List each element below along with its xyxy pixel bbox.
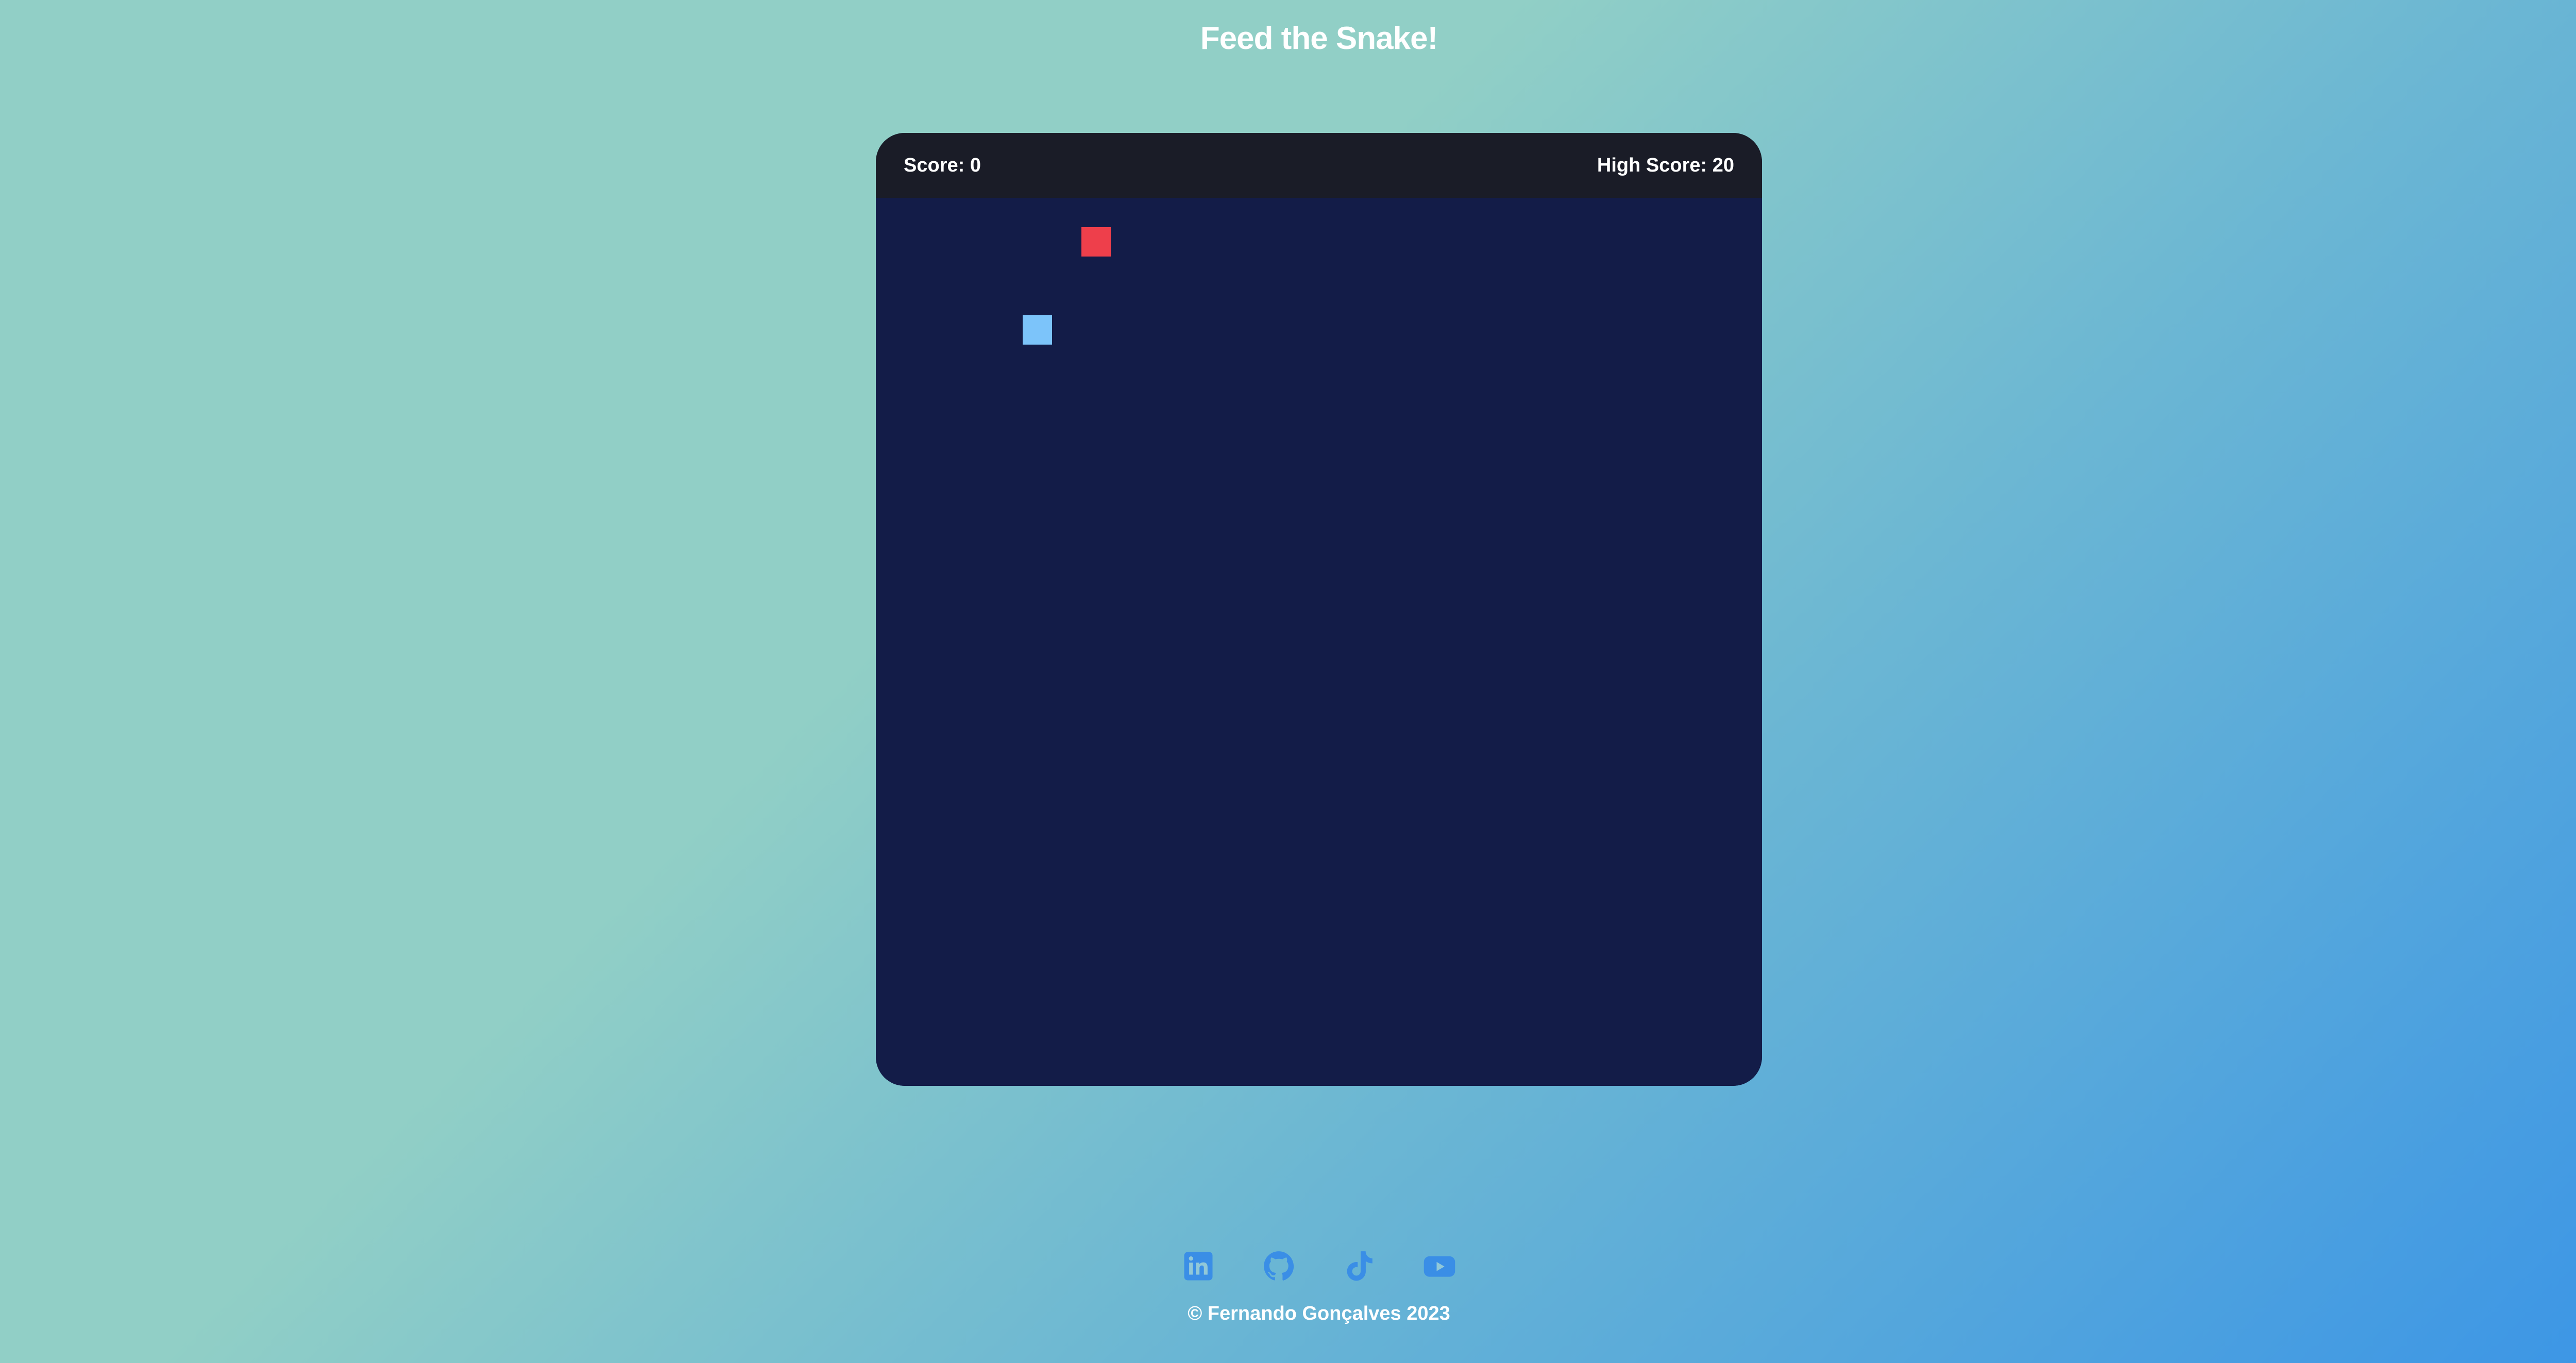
github-link[interactable] (1262, 1249, 1296, 1283)
score-display: Score: 0 (904, 155, 981, 176)
high-score-display: High Score: 20 (1597, 155, 1734, 176)
linkedin-icon (1184, 1252, 1213, 1281)
youtube-link[interactable] (1422, 1249, 1456, 1283)
copyright-text: © Fernando Gonçalves 2023 (1188, 1303, 1450, 1324)
social-links (0, 1249, 2576, 1283)
linkedin-link[interactable] (1181, 1249, 1215, 1283)
snake-head (1023, 315, 1052, 345)
github-icon (1264, 1251, 1294, 1281)
score-bar: Score: 0 High Score: 20 (876, 133, 1762, 198)
page: { "page": { "title": "Feed the Snake!" }… (0, 0, 2576, 1363)
page-title: Feed the Snake! (1200, 21, 1438, 56)
game-board[interactable] (876, 198, 1762, 1086)
food-pellet (1081, 227, 1111, 257)
youtube-icon (1423, 1256, 1455, 1277)
game-container: Score: 0 High Score: 20 (876, 133, 1762, 1086)
tiktok-icon (1347, 1251, 1372, 1281)
tiktok-link[interactable] (1342, 1249, 1376, 1283)
